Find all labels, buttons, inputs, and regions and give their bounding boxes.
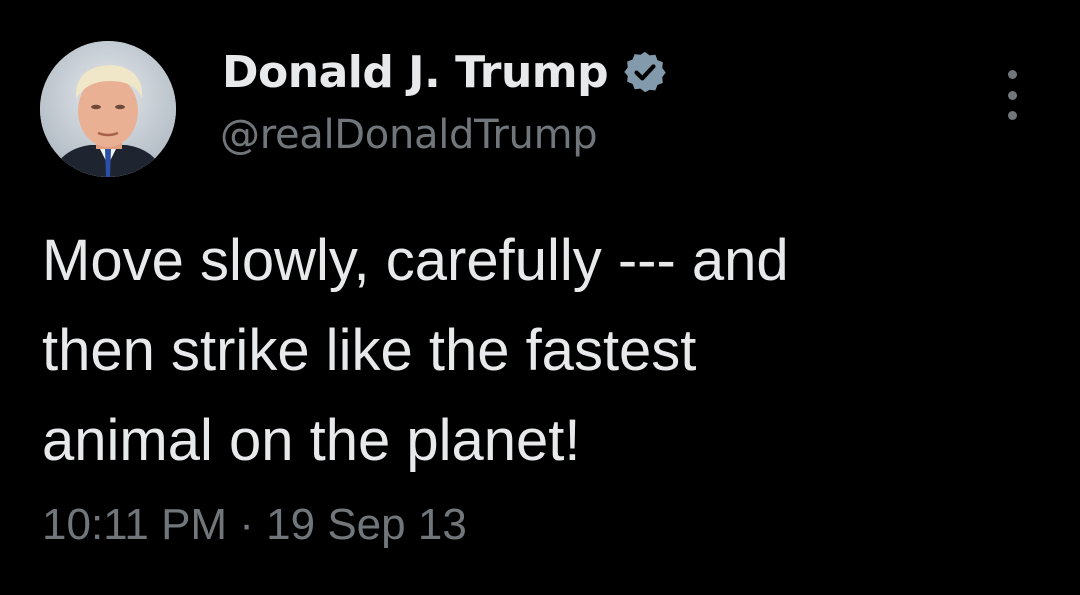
tweet-card: Donald J. Trump @realDonaldTrump Move sl… xyxy=(0,0,1080,595)
tweet-timestamp[interactable]: 10:11 PM · 19 Sep 13 xyxy=(42,500,467,550)
tweet-text: Move slowly, carefully --- and then stri… xyxy=(42,228,789,473)
author-name-row: Donald J. Trump xyxy=(222,42,668,102)
author-handle[interactable]: @realDonaldTrump xyxy=(220,112,598,158)
more-options-icon[interactable] xyxy=(996,70,1028,120)
more-dot xyxy=(1007,111,1017,120)
avatar[interactable] xyxy=(40,41,176,177)
author-display-name[interactable]: Donald J. Trump xyxy=(222,47,609,98)
more-dot xyxy=(1007,90,1017,100)
profile-photo-icon xyxy=(40,41,176,177)
verified-badge-icon[interactable] xyxy=(622,49,668,95)
more-dot xyxy=(1007,70,1017,79)
